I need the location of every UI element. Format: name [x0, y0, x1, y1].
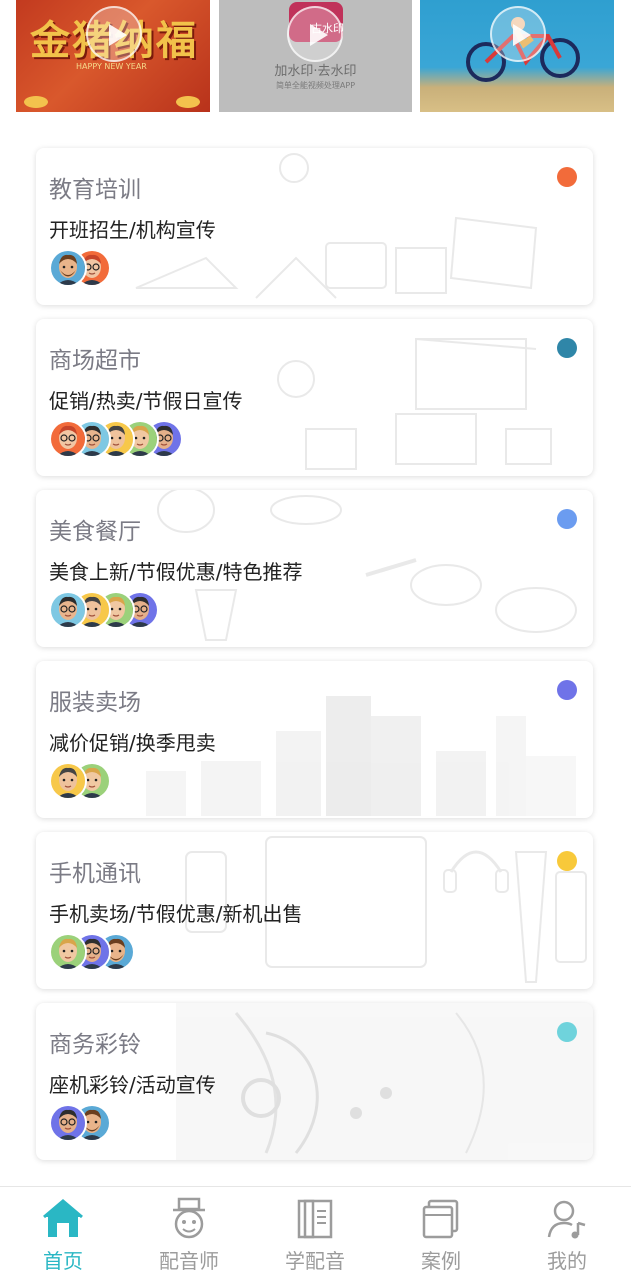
play-icon[interactable] [86, 6, 142, 62]
category-card-business-ringtone[interactable]: 商务彩铃 座机彩铃/活动宣传 [36, 1003, 593, 1160]
play-icon[interactable] [287, 6, 343, 62]
learn-book-icon [297, 1199, 333, 1239]
category-color-dot [557, 338, 577, 358]
tab-label: 学配音 [285, 1249, 345, 1273]
category-card-education[interactable]: 教育培训 开班招生/机构宣传 [36, 148, 593, 305]
app-name: 加水印·去水印 [274, 64, 357, 79]
category-subtitle: 减价促销/换季甩卖 [49, 731, 216, 755]
category-color-dot [557, 851, 577, 871]
tab-profile[interactable]: 我的 [504, 1187, 630, 1280]
voice-actor-avatar [49, 1104, 87, 1142]
lantern-icon [24, 96, 48, 108]
home-page: 金猪纳福 HAPPY NEW YEAR 古水印 加水印·去水印 简单全能视频处理… [0, 0, 631, 1280]
category-color-dot [557, 680, 577, 700]
bottom-tab-bar: 首页 配音师 学配音 案例 我的 [0, 1186, 631, 1280]
app-slogan: 简单全能视频处理APP [275, 81, 356, 90]
category-card-clothing[interactable]: 服装卖场 减价促销/换季甩卖 [36, 661, 593, 818]
category-title: 商务彩铃 [49, 1032, 141, 1058]
category-color-dot [557, 509, 577, 529]
tab-label: 首页 [43, 1249, 83, 1273]
home-icon [43, 1199, 83, 1237]
category-title: 教育培训 [49, 177, 141, 203]
play-icon[interactable] [490, 6, 546, 62]
voice-actor-avatar [49, 420, 87, 458]
category-card-restaurant[interactable]: 美食餐厅 美食上新/节假优惠/特色推荐 [36, 490, 593, 647]
category-subtitle: 手机卖场/节假优惠/新机出售 [49, 902, 303, 926]
category-subtitle: 开班招生/机构宣传 [49, 218, 216, 242]
category-color-dot [557, 1022, 577, 1042]
voice-actor-icon [173, 1197, 205, 1239]
voice-actor-avatar [49, 933, 87, 971]
profile-music-icon [547, 1200, 586, 1239]
category-title: 美食餐厅 [49, 519, 141, 545]
category-card-supermarket[interactable]: 商场超市 促销/热卖/节假日宣传 [36, 319, 593, 476]
category-title: 手机通讯 [49, 861, 141, 887]
tab-cases[interactable]: 案例 [378, 1187, 504, 1280]
tab-label: 案例 [421, 1249, 461, 1273]
category-color-dot [557, 167, 577, 187]
lantern-icon [176, 96, 200, 108]
tab-home[interactable]: 首页 [0, 1187, 126, 1280]
category-title: 商场超市 [49, 348, 141, 374]
category-subtitle: 美食上新/节假优惠/特色推荐 [49, 560, 303, 584]
category-list: 教育培训 开班招生/机构宣传 商场超市 促销/热卖/节假日宣传 美食餐厅 美食上… [36, 148, 593, 1174]
category-subtitle: 促销/热卖/节假日宣传 [49, 389, 243, 413]
video-thumbnail-2[interactable]: 古水印 加水印·去水印 简单全能视频处理APP [219, 0, 412, 112]
tab-label: 我的 [547, 1249, 587, 1273]
festive-subtitle: HAPPY NEW YEAR [76, 62, 147, 71]
tab-voice-actor[interactable]: 配音师 [126, 1187, 252, 1280]
cases-icon [422, 1199, 459, 1239]
category-subtitle: 座机彩铃/活动宣传 [49, 1073, 216, 1097]
tab-label: 配音师 [159, 1249, 219, 1273]
voice-actor-avatar [49, 249, 87, 287]
voice-actor-avatar [49, 591, 87, 629]
category-title: 服装卖场 [49, 690, 141, 716]
voice-actor-avatar [49, 762, 87, 800]
video-thumbnail-3[interactable] [420, 0, 614, 112]
tab-learn-dubbing[interactable]: 学配音 [252, 1187, 378, 1280]
category-card-mobile[interactable]: 手机通讯 手机卖场/节假优惠/新机出售 [36, 832, 593, 989]
video-thumbnail-1[interactable]: 金猪纳福 HAPPY NEW YEAR [16, 0, 210, 112]
video-carousel[interactable]: 金猪纳福 HAPPY NEW YEAR 古水印 加水印·去水印 简单全能视频处理… [0, 0, 631, 112]
